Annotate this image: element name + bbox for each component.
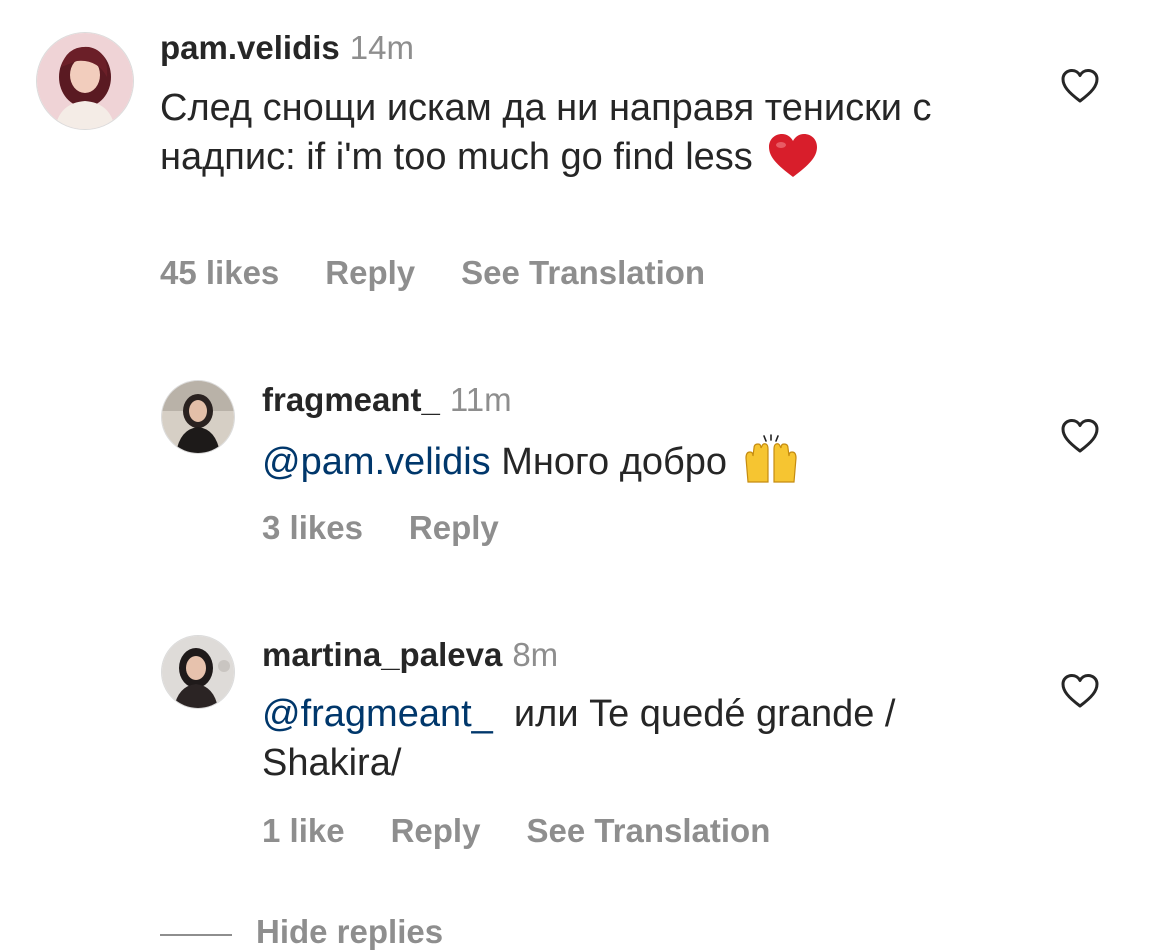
likes-count[interactable]: 45 likes — [160, 254, 279, 291]
red-heart-emoji — [769, 134, 818, 177]
mention-link[interactable]: @pam.velidis — [262, 441, 491, 483]
comment-text: @fragmeant_ или Te quedé grande / Shakir… — [262, 690, 1022, 788]
avatar-photo — [162, 636, 234, 708]
likes-count[interactable]: 3 likes — [262, 509, 363, 546]
avatar[interactable] — [162, 636, 234, 708]
username[interactable]: martina_paleva — [262, 636, 502, 673]
timestamp: 8m — [512, 636, 559, 673]
raising-hands-emoji — [745, 434, 797, 483]
avatar-photo — [162, 381, 234, 453]
username[interactable]: fragmeant_ — [262, 381, 440, 418]
reply-button[interactable]: Reply — [409, 509, 499, 546]
avatar-photo — [37, 33, 133, 129]
see-translation-button[interactable]: See Translation — [461, 254, 705, 291]
like-heart-icon[interactable] — [1060, 68, 1100, 104]
timestamp: 11m — [449, 381, 512, 418]
see-translation-button[interactable]: See Translation — [526, 812, 770, 849]
timestamp: 14m — [349, 29, 414, 66]
reply-button[interactable]: Reply — [391, 812, 481, 849]
comment-body: Много добро — [490, 441, 728, 483]
avatar[interactable] — [37, 33, 133, 129]
hide-replies-button[interactable]: Hide replies — [256, 912, 443, 952]
comment-text: @pam.velidis Много добро — [262, 434, 1022, 487]
like-heart-icon[interactable] — [1060, 418, 1100, 454]
username[interactable]: pam.velidis — [160, 29, 340, 66]
comment-text: След снощи искам да ни направя тениски с… — [160, 84, 1020, 182]
avatar[interactable] — [162, 381, 234, 453]
reply-button[interactable]: Reply — [325, 254, 415, 291]
mention-link[interactable]: @fragmeant_ — [262, 693, 493, 735]
likes-count[interactable]: 1 like — [262, 812, 345, 849]
like-heart-icon[interactable] — [1060, 673, 1100, 709]
